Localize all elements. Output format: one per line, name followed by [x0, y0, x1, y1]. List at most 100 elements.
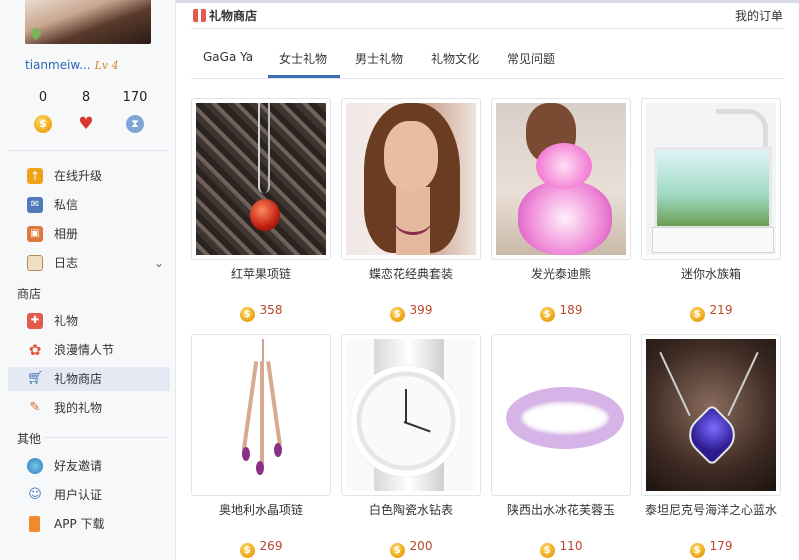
price-value: 219	[709, 303, 733, 317]
product-card[interactable]: 发光泰迪熊 $189	[491, 98, 631, 322]
sidebar-item-label: 日志	[54, 256, 79, 270]
tab-men-gifts[interactable]: 男士礼物	[355, 50, 403, 67]
section-divider	[44, 437, 168, 438]
product-name[interactable]: 奥地利水晶项链	[191, 501, 331, 537]
product-image[interactable]	[191, 98, 331, 260]
price-value: 110	[559, 539, 583, 553]
product-card[interactable]: 蝶恋花经典套装 $399	[341, 98, 481, 322]
product-image[interactable]	[641, 98, 781, 260]
sidebar-item-my-gifts[interactable]: ✎ 我的礼物	[8, 396, 170, 420]
product-image[interactable]	[641, 334, 781, 496]
product-price: $399	[341, 301, 481, 322]
journal-icon	[27, 255, 43, 271]
cart-icon: 🛒︎	[27, 371, 44, 386]
product-name[interactable]: 蝶恋花经典套装	[341, 265, 481, 301]
chevron-down-icon[interactable]: ⌄	[154, 251, 164, 275]
user-name[interactable]: tianmeiw... Lv 4	[25, 58, 119, 72]
upgrade-icon: ↑	[27, 168, 43, 184]
product-image[interactable]	[491, 334, 631, 496]
coin-icon: $	[34, 115, 52, 133]
section-title-shop: 商店	[17, 287, 42, 301]
product-name[interactable]: 发光泰迪熊	[491, 265, 631, 301]
product-price: $358	[191, 301, 331, 322]
product-image[interactable]	[491, 98, 631, 260]
price-value: 399	[409, 303, 433, 317]
sidebar-item-label: 我的礼物	[54, 401, 103, 415]
avatar[interactable]	[25, 0, 151, 44]
page-title-text: 礼物商店	[209, 9, 258, 23]
phone-icon	[29, 516, 40, 532]
sidebar-item-label: 用户认证	[54, 488, 103, 502]
sidebar-item-journal[interactable]: 日志 ⌄	[8, 251, 170, 275]
sidebar-item-app[interactable]: APP 下载	[8, 512, 170, 536]
status-mark-icon	[28, 25, 44, 41]
product-card[interactable]: 白色陶瓷水钻表 $200	[341, 334, 481, 558]
user-name-text[interactable]: tianmeiw...	[25, 58, 91, 72]
product-image[interactable]	[341, 98, 481, 260]
user-stats: 0 $ 8 ♥ 170 ⧗	[18, 89, 158, 139]
product-image[interactable]	[191, 334, 331, 496]
sidebar-item-invite[interactable]: 好友邀请	[8, 454, 170, 478]
price-value: 200	[409, 539, 433, 553]
hourglass-icon: ⧗	[126, 115, 144, 133]
gift-icon: ✚	[27, 313, 43, 329]
mail-icon: ✉	[27, 197, 43, 213]
sidebar-item-album[interactable]: ▣ 相册	[8, 222, 170, 246]
tab-faq[interactable]: 常见问题	[507, 50, 555, 67]
sidebar-item-verify[interactable]: ☺ 用户认证	[8, 483, 170, 507]
price-value: 179	[709, 539, 733, 553]
product-price: $219	[641, 301, 781, 322]
sidebar-item-upgrade[interactable]: ↑ 在线升级	[8, 164, 170, 188]
product-price: $200	[341, 537, 481, 558]
product-name[interactable]: 白色陶瓷水钻表	[341, 501, 481, 537]
heart-icon: ♥	[78, 114, 94, 134]
product-card[interactable]: 红苹果项链 $358	[191, 98, 331, 322]
product-name[interactable]: 陕西出水冰花芙蓉玉	[491, 501, 631, 537]
sidebar-item-label: 在线升级	[54, 169, 103, 183]
product-name[interactable]: 红苹果项链	[191, 265, 331, 301]
product-name[interactable]: 泰坦尼克号海洋之心蓝水	[641, 501, 781, 537]
tab-women-gifts[interactable]: 女士礼物	[279, 50, 327, 67]
product-price: $110	[491, 537, 631, 558]
header-divider	[191, 28, 783, 29]
sidebar-item-valentine[interactable]: ✿ 浪漫情人节	[8, 338, 170, 362]
sidebar-item-gift-store[interactable]: 🛒︎ 礼物商店	[8, 367, 170, 391]
sidebar-item-label: 礼物	[54, 314, 79, 328]
globe-icon	[27, 458, 43, 474]
coin-icon: $	[389, 543, 405, 558]
section-title-other: 其他	[17, 432, 42, 446]
gift-icon	[193, 9, 206, 22]
verified-user-icon: ☺	[28, 487, 42, 502]
active-tab-indicator	[268, 75, 340, 78]
time-stat[interactable]: 170 ⧗	[110, 89, 160, 133]
product-card[interactable]: 奥地利水晶项链 $269	[191, 334, 331, 558]
likes-stat[interactable]: 8 ♥	[61, 89, 111, 133]
product-image[interactable]	[341, 334, 481, 496]
tab-gagaya[interactable]: GaGa Ya	[203, 50, 253, 64]
sidebar-item-label: 相册	[54, 227, 79, 241]
user-level-badge: Lv 4	[94, 59, 119, 72]
my-orders-link[interactable]: 我的订单	[735, 7, 783, 24]
sidebar-item-label: 礼物商店	[54, 372, 103, 386]
coin-icon: $	[689, 307, 705, 322]
product-card[interactable]: 迷你水族箱 $219	[641, 98, 781, 322]
coin-icon: $	[239, 543, 255, 558]
likes-count: 8	[81, 90, 91, 105]
product-price: $179	[641, 537, 781, 558]
sidebar-item-label: 好友邀请	[54, 459, 103, 473]
sidebar-item-gift[interactable]: ✚ 礼物	[8, 309, 170, 333]
product-price: $269	[191, 537, 331, 558]
price-value: 189	[559, 303, 583, 317]
product-card[interactable]: 泰坦尼克号海洋之心蓝水 $179	[641, 334, 781, 558]
product-price: $189	[491, 301, 631, 322]
sidebar-item-messages[interactable]: ✉ 私信	[8, 193, 170, 217]
flower-icon: ✿	[28, 341, 42, 359]
coin-icon: $	[389, 307, 405, 322]
tab-gift-culture[interactable]: 礼物文化	[431, 50, 479, 67]
product-name[interactable]: 迷你水族箱	[641, 265, 781, 301]
brush-icon: ✎	[29, 400, 41, 415]
product-card[interactable]: 陕西出水冰花芙蓉玉 $110	[491, 334, 631, 558]
sidebar-item-label: 浪漫情人节	[54, 343, 115, 357]
time-count: 170	[122, 90, 148, 105]
page-title: 礼物商店	[193, 7, 257, 24]
